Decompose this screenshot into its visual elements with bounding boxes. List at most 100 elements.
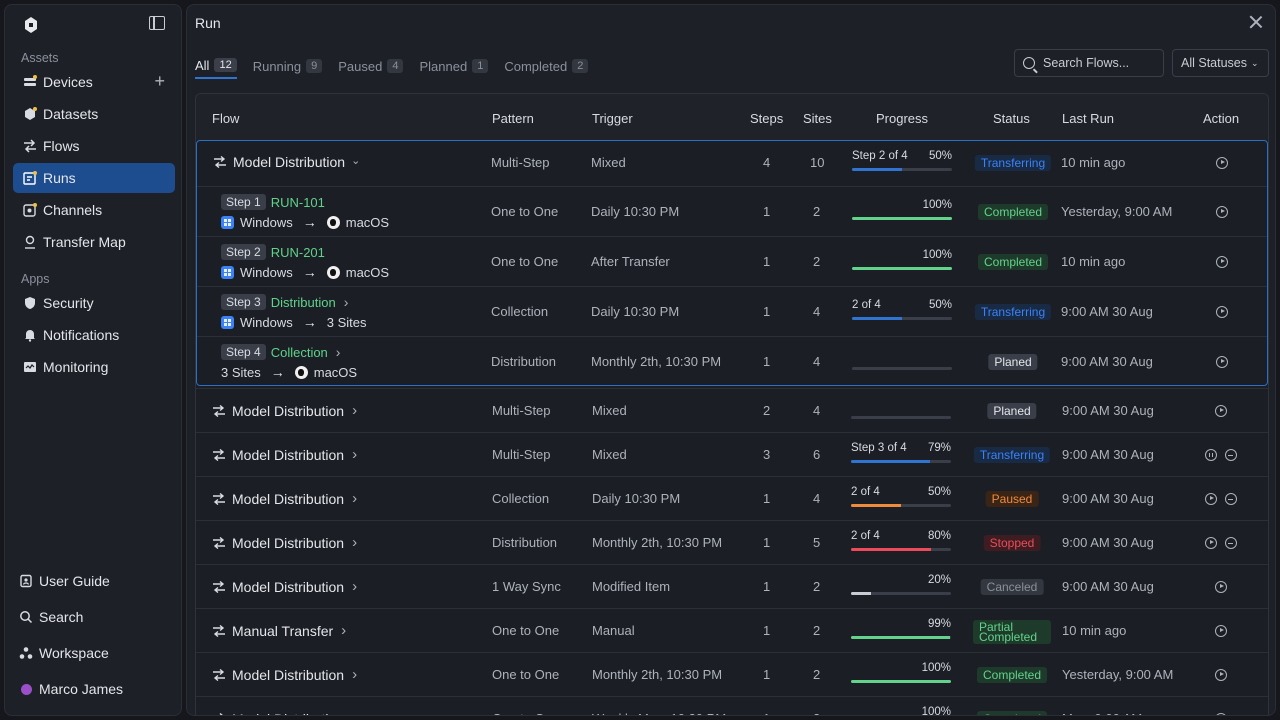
- play-icon[interactable]: [1215, 405, 1227, 417]
- step-link[interactable]: RUN-201: [271, 245, 325, 260]
- chevron-right-icon[interactable]: ›: [352, 578, 357, 595]
- sidebar-item-security[interactable]: Security: [13, 288, 175, 318]
- play-icon[interactable]: [1215, 669, 1227, 681]
- progress-bar-fill: [851, 680, 951, 683]
- step-link[interactable]: Collection: [271, 345, 328, 360]
- sidebar-item-monitoring[interactable]: Monitoring: [13, 352, 175, 382]
- col-last-run[interactable]: Last Run: [1062, 111, 1114, 126]
- pattern-cell: One to One: [492, 623, 560, 638]
- sub-step-row[interactable]: Step 3 Distribution › Windows → 3 Sites Collec…: [197, 286, 1267, 336]
- chevron-down-icon: ⌄: [1251, 57, 1259, 68]
- play-icon[interactable]: [1216, 157, 1228, 169]
- chevron-right-icon[interactable]: ›: [352, 402, 357, 419]
- col-status[interactable]: Status: [993, 111, 1030, 126]
- chevron-right-icon[interactable]: ›: [352, 490, 357, 507]
- table-row[interactable]: Model Distribution ⌄ Multi-Step Mixed 4 10 Ste…: [197, 141, 1267, 186]
- search-input[interactable]: [1043, 56, 1153, 70]
- flow-name-cell[interactable]: Model Distribution ›: [212, 710, 357, 715]
- sidebar-item-notifications[interactable]: Notifications: [13, 320, 175, 350]
- tab-running[interactable]: Running 9: [253, 53, 323, 79]
- flow-name-cell[interactable]: Manual Transfer ›: [212, 622, 346, 639]
- tab-all[interactable]: All 12: [195, 53, 237, 79]
- progress-bar: [851, 636, 951, 639]
- chevron-right-icon[interactable]: ›: [352, 446, 357, 463]
- tab-planned[interactable]: Planned 1: [419, 53, 489, 79]
- pause-icon[interactable]: [1205, 449, 1217, 461]
- step-link[interactable]: Distribution: [271, 295, 336, 310]
- sidebar-item-workspace[interactable]: Workspace: [13, 639, 175, 667]
- stop-icon[interactable]: [1225, 537, 1237, 549]
- play-icon[interactable]: [1216, 256, 1228, 268]
- table-row[interactable]: Model Distribution › Multi-Step Mixed 2 4 Plan…: [196, 388, 1268, 432]
- col-action[interactable]: Action: [1203, 111, 1239, 126]
- table-row[interactable]: Manual Transfer › One to One Manual 1 2 99% Par…: [196, 608, 1268, 652]
- status-filter-dropdown[interactable]: All Statuses ⌄: [1172, 49, 1269, 77]
- sub-step-row[interactable]: Step 2 RUN-201 Windows → macOS One to One Afte…: [197, 236, 1267, 286]
- windows-icon: [221, 265, 234, 279]
- col-progress[interactable]: Progress: [876, 111, 928, 126]
- tab-completed[interactable]: Completed 2: [504, 53, 589, 79]
- play-icon[interactable]: [1205, 537, 1217, 549]
- flow-name-cell[interactable]: Model Distribution ›: [212, 534, 357, 551]
- table-row[interactable]: Model Distribution › 1 Way Sync Modified It…: [196, 564, 1268, 608]
- flow-name-cell[interactable]: Model Distribution ›: [212, 490, 357, 507]
- col-steps[interactable]: Steps: [750, 111, 783, 126]
- collapse-sidebar-icon[interactable]: [149, 16, 165, 30]
- sub-step-row[interactable]: Step 1 RUN-101 Windows → macOS One to One Dail…: [197, 186, 1267, 236]
- status-badge: Completed: [976, 711, 1048, 715]
- col-pattern[interactable]: Pattern: [492, 111, 534, 126]
- chevron-right-icon[interactable]: ›: [336, 344, 341, 360]
- stop-icon[interactable]: [1225, 493, 1237, 505]
- sidebar-item-profile[interactable]: Marco James: [13, 675, 175, 703]
- chevron-right-icon[interactable]: ›: [341, 622, 346, 639]
- sidebar-item-runs[interactable]: Runs: [13, 163, 175, 193]
- sidebar-item-datasets[interactable]: Datasets: [13, 99, 175, 129]
- sidebar-item-search[interactable]: Search: [13, 603, 175, 631]
- add-device-icon[interactable]: +: [154, 72, 165, 90]
- flow-name-cell[interactable]: Model Distribution ›: [212, 402, 357, 419]
- sidebar-item-channels[interactable]: Channels: [13, 195, 175, 225]
- table-row[interactable]: Model Distribution › One to One Weekly Mon,…: [196, 696, 1268, 715]
- play-icon[interactable]: [1215, 713, 1227, 715]
- close-icon[interactable]: [1249, 15, 1263, 29]
- sidebar-item-transfer-map[interactable]: Transfer Map: [13, 227, 175, 257]
- sidebar-item-user-guide[interactable]: User Guide: [13, 567, 175, 595]
- play-icon[interactable]: [1215, 581, 1227, 593]
- sidebar-item-flows[interactable]: Flows: [13, 131, 175, 161]
- col-trigger[interactable]: Trigger: [592, 111, 633, 126]
- chevron-right-icon[interactable]: ›: [352, 666, 357, 683]
- chevron-down-icon[interactable]: ⌄: [351, 154, 360, 167]
- col-sites[interactable]: Sites: [803, 111, 832, 126]
- table-row[interactable]: Model Distribution › Collection Daily 10:30…: [196, 476, 1268, 520]
- play-icon[interactable]: [1216, 356, 1228, 368]
- step-link[interactable]: RUN-101: [271, 195, 325, 210]
- flow-name-cell[interactable]: Model Distribution ›: [212, 666, 357, 683]
- flows-icon: [23, 139, 37, 153]
- monitoring-icon: [23, 360, 37, 374]
- table-row[interactable]: Model Distribution › One to One Monthly 2th…: [196, 652, 1268, 696]
- status-badge: Planed: [987, 403, 1037, 419]
- play-icon[interactable]: [1216, 306, 1228, 318]
- play-icon[interactable]: [1205, 493, 1217, 505]
- col-flow[interactable]: Flow: [212, 111, 239, 126]
- play-icon[interactable]: [1215, 625, 1227, 637]
- progress-bar-fill: [851, 460, 930, 463]
- status-badge: Planed: [988, 354, 1038, 370]
- chevron-right-icon[interactable]: ›: [352, 534, 357, 551]
- sidebar-item-devices[interactable]: Devices +: [13, 67, 175, 97]
- sub-step-row[interactable]: Step 4 Collection › 3 Sites → macOS Distributi…: [197, 336, 1267, 386]
- table-row[interactable]: Model Distribution › Distribution Monthly 2…: [196, 520, 1268, 564]
- flow-name-cell[interactable]: Model Distribution ⌄: [213, 154, 360, 170]
- app-logo[interactable]: [21, 15, 41, 35]
- sites-cell: 4: [813, 403, 821, 418]
- tab-paused[interactable]: Paused 4: [338, 53, 404, 79]
- search-box[interactable]: [1014, 49, 1164, 77]
- table-row[interactable]: Model Distribution › Multi-Step Mixed 3 6 Step…: [196, 432, 1268, 476]
- play-icon[interactable]: [1216, 206, 1228, 218]
- flow-name-cell[interactable]: Model Distribution ›: [212, 578, 357, 595]
- chevron-right-icon[interactable]: ›: [352, 710, 357, 715]
- trigger-cell: Mixed: [592, 403, 627, 418]
- stop-icon[interactable]: [1225, 449, 1237, 461]
- flow-name-cell[interactable]: Model Distribution ›: [212, 446, 357, 463]
- chevron-right-icon[interactable]: ›: [344, 294, 349, 310]
